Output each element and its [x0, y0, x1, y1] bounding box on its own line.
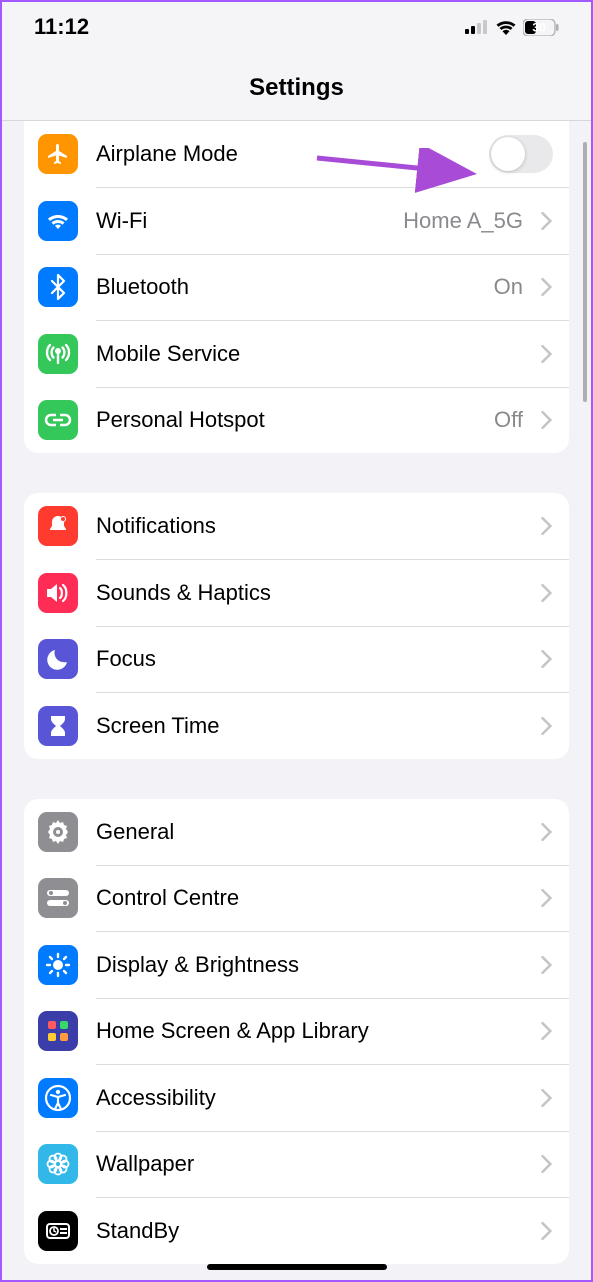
row-wifi[interactable]: Wi-Fi Home A_5G [24, 188, 569, 254]
row-sounds[interactable]: Sounds & Haptics [24, 560, 569, 626]
sun-icon [38, 945, 78, 985]
page-header: Settings [2, 46, 591, 121]
chevron-right-icon [541, 584, 553, 602]
wifi-value: Home A_5G [403, 208, 523, 234]
screentime-label: Screen Time [96, 713, 523, 739]
settings-group-system: General Control Centre Display & Brightn… [24, 799, 569, 1264]
sounds-label: Sounds & Haptics [96, 580, 523, 606]
clock-icon [38, 1211, 78, 1251]
chevron-right-icon [541, 1022, 553, 1040]
row-accessibility[interactable]: Accessibility [24, 1065, 569, 1131]
moon-icon [38, 639, 78, 679]
gear-icon [38, 812, 78, 852]
wifi-settings-icon [38, 201, 78, 241]
row-screen-time[interactable]: Screen Time [24, 693, 569, 759]
flower-icon [38, 1144, 78, 1184]
status-icons: 30 [465, 19, 559, 36]
chevron-right-icon [541, 517, 553, 535]
accessibility-label: Accessibility [96, 1085, 523, 1111]
row-standby[interactable]: StandBy [24, 1198, 569, 1264]
bluetooth-icon [38, 267, 78, 307]
bluetooth-value: On [494, 274, 523, 300]
chevron-right-icon [541, 278, 553, 296]
home-indicator[interactable] [207, 1264, 387, 1270]
antenna-icon [38, 334, 78, 374]
hotspot-value: Off [494, 407, 523, 433]
page-title: Settings [2, 74, 591, 102]
wifi-icon [495, 19, 517, 35]
notifications-label: Notifications [96, 513, 523, 539]
home-screen-label: Home Screen & App Library [96, 1018, 523, 1044]
chevron-right-icon [541, 212, 553, 230]
hotspot-label: Personal Hotspot [96, 407, 476, 433]
wallpaper-label: Wallpaper [96, 1151, 523, 1177]
general-label: General [96, 819, 523, 845]
airplane-toggle[interactable] [489, 135, 553, 173]
row-focus[interactable]: Focus [24, 626, 569, 692]
row-wallpaper[interactable]: Wallpaper [24, 1131, 569, 1197]
settings-list: Airplane Mode Wi-Fi Home A_5G Bluetooth … [2, 121, 591, 1264]
chevron-right-icon [541, 956, 553, 974]
settings-group-alerts: Notifications Sounds & Haptics Focus Scr… [24, 493, 569, 759]
row-general[interactable]: General [24, 799, 569, 865]
chevron-right-icon [541, 650, 553, 668]
chevron-right-icon [541, 717, 553, 735]
hourglass-icon [38, 706, 78, 746]
speaker-icon [38, 573, 78, 613]
airplane-label: Airplane Mode [96, 141, 471, 167]
chevron-right-icon [541, 823, 553, 841]
switches-icon [38, 878, 78, 918]
row-home-screen[interactable]: Home Screen & App Library [24, 998, 569, 1064]
accessibility-icon [38, 1078, 78, 1118]
row-personal-hotspot[interactable]: Personal Hotspot Off [24, 387, 569, 453]
grid-icon [38, 1011, 78, 1051]
chevron-right-icon [541, 1089, 553, 1107]
chevron-right-icon [541, 889, 553, 907]
wifi-label: Wi-Fi [96, 208, 385, 234]
display-label: Display & Brightness [96, 952, 523, 978]
focus-label: Focus [96, 646, 523, 672]
mobile-service-label: Mobile Service [96, 341, 523, 367]
control-centre-label: Control Centre [96, 885, 523, 911]
chevron-right-icon [541, 1155, 553, 1173]
battery-icon: 30 [523, 19, 559, 36]
row-control-centre[interactable]: Control Centre [24, 865, 569, 931]
bell-icon [38, 506, 78, 546]
bluetooth-label: Bluetooth [96, 274, 476, 300]
row-bluetooth[interactable]: Bluetooth On [24, 254, 569, 320]
status-bar: 11:12 30 [2, 2, 591, 46]
row-display-brightness[interactable]: Display & Brightness [24, 932, 569, 998]
chevron-right-icon [541, 1222, 553, 1240]
chevron-right-icon [541, 345, 553, 363]
standby-label: StandBy [96, 1218, 523, 1244]
settings-group-connectivity: Airplane Mode Wi-Fi Home A_5G Bluetooth … [24, 121, 569, 453]
row-airplane-mode[interactable]: Airplane Mode [24, 121, 569, 187]
svg-text:30: 30 [532, 20, 546, 34]
scroll-indicator [583, 142, 587, 402]
row-notifications[interactable]: Notifications [24, 493, 569, 559]
chevron-right-icon [541, 411, 553, 429]
link-icon [38, 400, 78, 440]
status-time: 11:12 [34, 14, 89, 40]
cellular-signal-icon [465, 20, 489, 34]
airplane-icon [38, 134, 78, 174]
row-mobile-service[interactable]: Mobile Service [24, 321, 569, 387]
